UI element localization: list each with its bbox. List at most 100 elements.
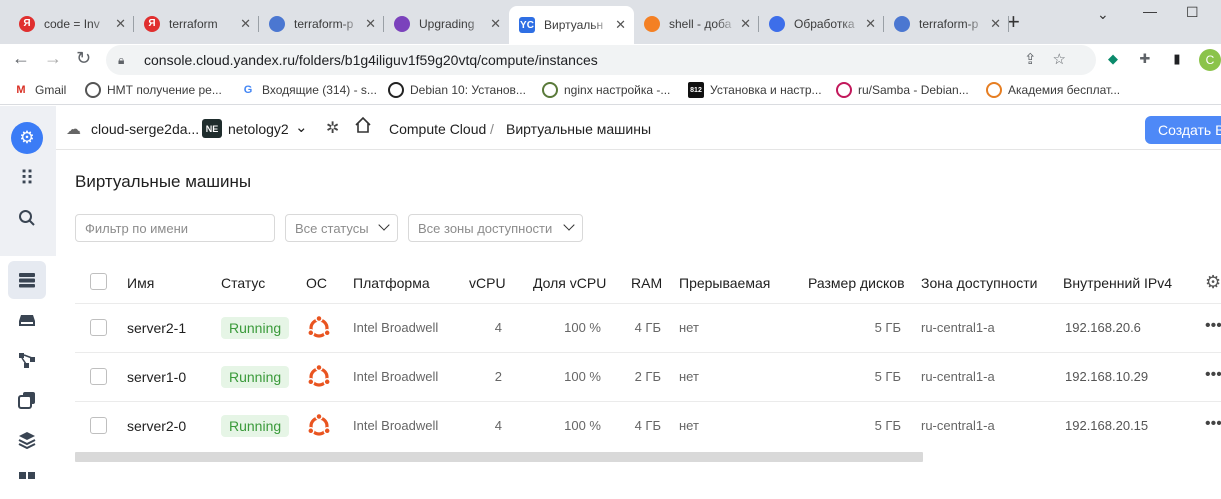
share-and-star-icons[interactable]: ⇪☆ [1024, 50, 1082, 68]
layers-icon[interactable] [8, 421, 46, 459]
bookmark-item[interactable]: nginx настройка -... [542, 82, 670, 98]
column-name[interactable]: Имя [127, 275, 154, 291]
services-grid-icon[interactable]: ⠿ [8, 159, 46, 197]
disk-cell: 5 ГБ [874, 418, 901, 433]
bookmark-item[interactable]: НМТ получение ре... [85, 82, 222, 98]
column-ip[interactable]: Внутренний IPv4 [1063, 275, 1172, 291]
disks-icon[interactable] [8, 301, 46, 339]
bookmark-favicon-icon [388, 82, 404, 98]
browser-tab[interactable]: Яcode = Inv ✕ [9, 7, 134, 40]
tab-title: terraform-p [294, 16, 354, 31]
vm-name-link[interactable]: server2-1 [127, 320, 186, 336]
profile-avatar[interactable]: C [1199, 49, 1221, 71]
bookmark-item[interactable]: ru/Samba - Debian... [836, 82, 969, 98]
folder-selector[interactable]: netology2 [228, 121, 289, 137]
maximize-icon[interactable]: ☐ [1186, 4, 1199, 21]
browser-tab[interactable]: terraform-p ✕ [259, 7, 384, 40]
tab-close-icon[interactable]: ✕ [115, 16, 126, 32]
row-checkbox[interactable] [90, 368, 107, 385]
breadcrumb-service[interactable]: Compute Cloud [389, 121, 486, 137]
preemptible-cell: нет [679, 369, 699, 384]
extensions-puzzle-icon[interactable]: ✚ [1136, 50, 1154, 68]
reload-icon[interactable]: ↻ [76, 48, 91, 69]
ip-cell: 192.168.20.6 [1065, 320, 1141, 335]
vm-name-link[interactable]: server1-0 [127, 369, 186, 385]
row-actions-menu-icon[interactable]: ••• [1205, 366, 1221, 384]
name-filter-input[interactable]: Фильтр по имени [75, 214, 275, 242]
tab-close-icon[interactable]: ✕ [365, 16, 376, 32]
cloud-home-button[interactable]: ⚙ [8, 119, 46, 157]
browser-tab[interactable]: YC Виртуальн ✕ [509, 6, 634, 44]
cloud-selector[interactable]: cloud-serge2da... [91, 121, 199, 137]
home-icon[interactable] [354, 116, 372, 137]
chevron-down-icon[interactable]: ⌄ [295, 118, 308, 136]
column-disk[interactable]: Размер дисков [808, 275, 905, 291]
address-bar[interactable]: 🔒︎ console.cloud.yandex.ru/folders/b1g4i… [106, 45, 1096, 75]
column-platform[interactable]: Платформа [353, 275, 430, 291]
vm-name-link[interactable]: server2-0 [127, 418, 186, 434]
column-status[interactable]: Статус [221, 275, 265, 291]
app-header: ☁ cloud-serge2da... NE netology2 ⌄ ✲ Com… [56, 106, 1221, 150]
bookmarks-bar: M Gmail НМТ получение ре... G Входящие (314)… [0, 77, 1221, 105]
extension-icon[interactable]: ◆ [1104, 50, 1122, 68]
bookmark-item[interactable]: Debian 10: Установ... [388, 82, 526, 98]
services-nodes-icon[interactable]: ✲ [326, 118, 339, 138]
browser-tab[interactable]: Upgrading ✕ [384, 7, 509, 40]
zone-cell: ru-central1-a [921, 369, 995, 384]
bookmark-label: ru/Samba - Debian... [858, 83, 969, 97]
status-filter-select[interactable]: Все статусы [285, 214, 398, 242]
back-arrow-icon[interactable]: ← [12, 48, 30, 69]
browser-tab[interactable]: terraform-p ✕ [884, 7, 1009, 40]
bookmark-item[interactable]: M Gmail [13, 82, 66, 98]
column-ram[interactable]: RAM [631, 275, 662, 291]
column-vcpu-share[interactable]: Доля vCPU [533, 275, 606, 291]
column-vcpu[interactable]: vCPU [469, 275, 506, 291]
bookmark-item[interactable]: Академия бесплат... [986, 82, 1120, 98]
table-settings-gear-icon[interactable]: ⚙ [1205, 272, 1221, 293]
bookmark-favicon-icon: G [243, 84, 253, 96]
column-preemptible[interactable]: Прерываемая [679, 275, 770, 291]
search-icon[interactable] [8, 199, 46, 237]
browser-tab[interactable]: Обработка ✕ [759, 7, 884, 40]
tab-search-chevron-icon[interactable]: ⌄ [1097, 6, 1109, 23]
browser-tab[interactable]: shell - доба ✕ [634, 7, 759, 40]
tab-close-icon[interactable]: ✕ [865, 16, 876, 32]
tab-close-icon[interactable]: ✕ [490, 16, 501, 32]
vcpu-cell: 4 [494, 418, 502, 433]
row-checkbox[interactable] [90, 319, 107, 336]
bookmark-item[interactable]: G Входящие (314) - s... [240, 82, 377, 98]
settings-gear-icon: ⚙ [11, 122, 43, 154]
tab-close-icon[interactable]: ✕ [240, 16, 251, 32]
tab-favicon-icon [269, 15, 285, 32]
tab-close-icon[interactable]: ✕ [740, 16, 751, 32]
more-services-icon[interactable] [8, 461, 46, 499]
network-diagram-icon[interactable] [8, 341, 46, 379]
column-zone[interactable]: Зона доступности [921, 275, 1038, 291]
page-title: Виртуальные машины [75, 172, 252, 191]
ram-cell: 4 ГБ [634, 320, 661, 335]
column-os[interactable]: ОС [306, 275, 327, 291]
url-text: console.cloud.yandex.ru/folders/b1g4ilig… [144, 52, 598, 68]
zone-cell: ru-central1-a [921, 320, 995, 335]
row-actions-menu-icon[interactable]: ••• [1205, 415, 1221, 433]
bookmark-item[interactable]: 812 Установка и настр... [688, 82, 822, 98]
platform-cell: Intel Broadwell [353, 418, 439, 433]
row-actions-menu-icon[interactable]: ••• [1205, 317, 1221, 335]
vm-list-icon[interactable] [8, 261, 46, 299]
select-all-checkbox[interactable] [90, 273, 107, 290]
bookmark-favicon-icon: 812 [688, 82, 704, 98]
row-checkbox[interactable] [90, 417, 107, 434]
side-panel-icon[interactable]: ▮ [1168, 50, 1186, 68]
snapshots-icon[interactable] [8, 381, 46, 419]
create-vm-button[interactable]: Создать ВМ [1145, 116, 1221, 144]
browser-tab[interactable]: Яterraform ✕ [134, 7, 259, 40]
breadcrumb-separator: / [490, 121, 494, 137]
zone-filter-select[interactable]: Все зоны доступности [408, 214, 583, 242]
status-badge: Running [221, 415, 290, 437]
tab-favicon-icon [894, 15, 910, 32]
forward-arrow-icon[interactable]: → [44, 48, 62, 69]
horizontal-scrollbar[interactable] [75, 452, 923, 462]
tab-close-icon[interactable]: ✕ [615, 17, 626, 33]
minimize-icon[interactable]: — [1143, 3, 1157, 19]
tab-close-icon[interactable]: ✕ [990, 16, 1001, 32]
